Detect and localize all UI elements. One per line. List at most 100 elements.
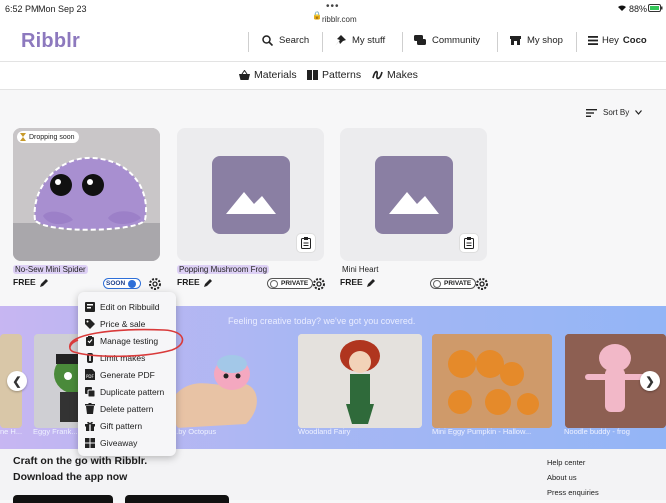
featured-item-image[interactable] xyxy=(176,334,288,428)
price-row: FREE xyxy=(177,277,213,287)
more-dots-icon[interactable]: ••• xyxy=(326,1,340,12)
gear-icon[interactable] xyxy=(475,277,489,291)
menu-item-gift-pattern[interactable]: Gift pattern xyxy=(85,418,142,433)
battery-percent: 88% xyxy=(629,4,648,14)
svg-text:PDF: PDF xyxy=(86,374,94,379)
sort-icon xyxy=(586,108,597,117)
pencil-icon[interactable] xyxy=(39,278,49,287)
featured-item-label[interactable]: ...by Octopus xyxy=(172,427,216,436)
shop-icon xyxy=(510,36,521,45)
nav-community[interactable]: Community xyxy=(414,35,480,46)
chevron-left-icon: ❮ xyxy=(12,375,22,388)
nav-my-shop-label: My shop xyxy=(527,35,563,46)
footer-link-help[interactable]: Help center xyxy=(547,458,585,467)
footer-link-about[interactable]: About us xyxy=(547,473,577,482)
menu-item-label: Duplicate pattern xyxy=(100,386,165,397)
divider xyxy=(248,32,249,52)
address-url[interactable]: 🔒 ribblr.com xyxy=(312,11,357,24)
subnav-makes[interactable]: Makes xyxy=(372,69,418,81)
ribbuild-icon xyxy=(85,301,95,312)
gift-icon xyxy=(85,421,95,431)
greeting-name: Coco xyxy=(622,35,647,46)
toggle-label: PRIVATE xyxy=(281,280,309,287)
site-footer: Craft on the go with Ribblr. Download th… xyxy=(0,449,666,503)
price-row: FREE xyxy=(340,277,376,287)
nav-my-stuff[interactable]: My stuff xyxy=(335,35,385,46)
toggle-label: SOON xyxy=(106,280,126,287)
menu-item-edit-ribbuild[interactable]: Edit on Ribbuild xyxy=(85,299,160,314)
subnav-materials[interactable]: Materials xyxy=(239,69,297,81)
clipboard-icon[interactable] xyxy=(296,233,316,253)
image-placeholder-icon xyxy=(375,156,453,234)
pattern-title[interactable]: Popping Mushroom Frog xyxy=(177,265,270,274)
hamburger-icon xyxy=(588,36,598,45)
menu-item-generate-pdf[interactable]: PDF Generate PDF xyxy=(85,367,155,382)
featured-item-label[interactable]: Eggy Frank... xyxy=(33,427,78,436)
banner-text: Feeling creative today? we've got you co… xyxy=(228,316,416,326)
status-time: 6:52 PM xyxy=(5,4,39,14)
pattern-options-menu: Edit on Ribbuild Price & sale Manage tes… xyxy=(78,292,176,456)
pin-icon xyxy=(335,35,346,46)
pdf-icon: PDF xyxy=(85,369,95,380)
carousel-next-button[interactable]: ❯ xyxy=(640,371,660,391)
nav-search[interactable]: Search xyxy=(262,35,309,46)
toggle-label: PRIVATE xyxy=(444,280,472,287)
gear-icon[interactable] xyxy=(312,277,326,291)
dropping-soon-label: Dropping soon xyxy=(29,133,75,141)
pencil-icon[interactable] xyxy=(366,278,376,287)
menu-item-label: Giveaway xyxy=(100,437,138,448)
clipboard-icon[interactable] xyxy=(459,233,479,253)
featured-item-image[interactable] xyxy=(432,334,552,428)
private-toggle[interactable]: PRIVATE xyxy=(267,278,314,289)
chevron-down-icon xyxy=(635,110,643,115)
menu-item-label: Delete pattern xyxy=(100,403,154,414)
featured-item-image[interactable] xyxy=(298,334,422,428)
gear-icon[interactable] xyxy=(148,277,162,291)
pattern-title[interactable]: No-Sew Mini Spider xyxy=(13,265,88,274)
pattern-card-thumbnail[interactable]: Dropping soon xyxy=(13,128,160,261)
google-play-button[interactable] xyxy=(125,495,229,503)
footer-link-press[interactable]: Press enquiries xyxy=(547,488,599,497)
subnav-patterns[interactable]: Patterns xyxy=(307,69,361,81)
divider xyxy=(576,32,577,52)
menu-item-delete-pattern[interactable]: Delete pattern xyxy=(85,401,153,416)
featured-item-label[interactable]: Mini Eggy Pumpkin - Hallow... xyxy=(432,427,531,436)
chevron-right-icon: ❯ xyxy=(645,375,655,388)
price-label: FREE xyxy=(13,277,36,287)
category-nav: Materials Patterns Makes xyxy=(0,62,666,90)
pattern-card-thumbnail[interactable] xyxy=(340,128,487,261)
pattern-title[interactable]: Mini Heart xyxy=(340,265,380,274)
featured-item-label[interactable]: Noodle buddy - frog xyxy=(564,427,630,436)
subnav-materials-label: Materials xyxy=(254,69,297,81)
featured-item-label[interactable]: ne H... xyxy=(0,427,22,436)
toggle-knob xyxy=(270,279,278,288)
carousel-prev-button[interactable]: ❮ xyxy=(7,371,27,391)
battery-icon xyxy=(648,4,663,14)
chat-icon xyxy=(414,35,426,45)
sort-by-dropdown[interactable]: Sort By xyxy=(586,108,643,117)
nav-account-menu[interactable]: Hey Coco xyxy=(588,35,647,46)
nav-my-shop[interactable]: My shop xyxy=(510,35,563,46)
giveaway-icon xyxy=(85,437,95,448)
menu-item-giveaway[interactable]: Giveaway xyxy=(85,435,137,450)
pencil-icon[interactable] xyxy=(203,278,213,287)
site-header: Ribblr Search My stuff Community My shop… xyxy=(0,22,666,62)
featured-item-label[interactable]: Woodland Fairy xyxy=(298,427,350,436)
menu-item-label: Gift pattern xyxy=(100,420,143,431)
price-row: FREE xyxy=(13,277,49,287)
private-toggle[interactable]: PRIVATE xyxy=(430,278,477,289)
greeting-prefix: Hey xyxy=(602,35,619,46)
footer-headline: Craft on the go with Ribblr. xyxy=(13,455,148,467)
app-store-button[interactable] xyxy=(13,495,113,503)
divider xyxy=(402,32,403,52)
search-icon xyxy=(262,35,273,46)
pattern-card-thumbnail[interactable] xyxy=(177,128,324,261)
status-bar: 6:52 PM Mon Sep 23 ••• 🔒 ribblr.com 88% xyxy=(0,0,666,24)
menu-item-label: Generate PDF xyxy=(100,369,155,380)
menu-item-duplicate-pattern[interactable]: Duplicate pattern xyxy=(85,384,164,399)
dropping-soon-badge: Dropping soon xyxy=(17,131,79,143)
nav-search-label: Search xyxy=(279,35,310,46)
soon-toggle[interactable]: SOON xyxy=(103,278,142,289)
image-placeholder-icon xyxy=(212,156,290,234)
ribblr-logo[interactable]: Ribblr xyxy=(21,30,80,53)
